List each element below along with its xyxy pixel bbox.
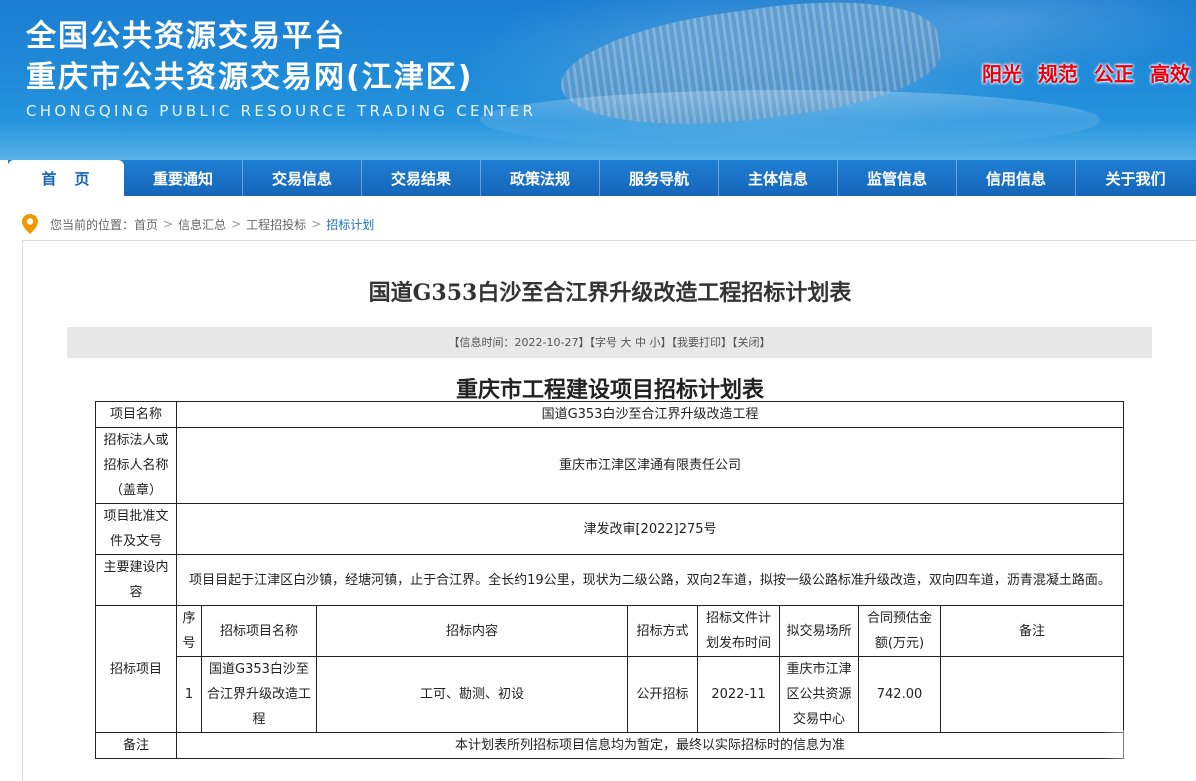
info-time: 【信息时间：2022-10-27】 [448, 336, 590, 349]
table-header-row: 招标项目 序号 招标项目名称 招标内容 招标方式 招标文件计划发布时间 拟交易场… [95, 605, 1125, 733]
content-value: 项目目起于江津区白沙镇，经塘河镇，止于合江界。全长约19公里，现状为二级公路，双… [175, 554, 1125, 606]
slogan: 公正 [1094, 62, 1134, 86]
content-panel: 国道G353白沙至合江界升级改造工程招标计划表 【信息时间：2022-10-27… [22, 240, 1196, 781]
row-method: 公开招标 [627, 656, 698, 733]
nav-item-service-guide[interactable]: 服务导航 [600, 160, 719, 196]
breadcrumb-bid-plan[interactable]: 招标计划 [326, 216, 374, 233]
table-row: 项目批准文件及文号 津发改审[2022]275号 [95, 503, 1125, 555]
article-info-bar: 【信息时间：2022-10-27】【字号 大 中 小】【我要打印】【关闭】 [67, 327, 1152, 358]
table-row: 备注 本计划表所列招标项目信息均为暂定，最终以实际招标时的信息为准 [95, 732, 1125, 759]
nav-item-entity-info[interactable]: 主体信息 [719, 160, 838, 196]
site-title-english: CHONGQING PUBLIC RESOURCE TRADING CENTER [26, 102, 537, 120]
slogan: 高效 [1150, 62, 1190, 86]
nav-item-about[interactable]: 关于我们 [1076, 160, 1195, 196]
table-row: 1 国道G353白沙至合江界升级改造工程 工可、勘测、初设 公开招标 2022-… [96, 656, 1125, 733]
article-title: 国道G353白沙至合江界升级改造工程招标计划表 [368, 280, 852, 306]
print-button[interactable]: 【我要打印】 [671, 336, 732, 349]
approval-label: 项目批准文件及文号 [95, 503, 177, 555]
nav-item-credit[interactable]: 信用信息 [957, 160, 1076, 196]
row-remark [939, 656, 1125, 733]
column-header: 拟交易场所 [779, 605, 859, 657]
banner-wave [0, 120, 1196, 160]
bid-items-label: 招标项目 [95, 605, 177, 733]
table-row: 主要建设内容 项目目起于江津区白沙镇，经塘河镇，止于合江界。全长约19公里，现状… [95, 554, 1125, 606]
breadcrumb-home[interactable]: 首页 [134, 216, 158, 233]
row-name: 国道G353白沙至合江界升级改造工程 [201, 656, 317, 733]
note-label: 备注 [95, 732, 177, 759]
row-amount: 742.00 [858, 656, 941, 733]
slogan: 阳光 [982, 62, 1022, 86]
slogans: 阳光 规范 公正 高效 [982, 58, 1190, 87]
column-header: 序号 [176, 605, 202, 657]
project-name-label: 项目名称 [95, 401, 177, 428]
breadcrumb-separator: > [163, 217, 174, 231]
close-button[interactable]: 【关闭】 [732, 336, 771, 349]
font-size-label: 【字号 [589, 336, 617, 349]
main-nav: 首页 重要通知 交易信息 交易结果 政策法规 服务导航 主体信息 监管信息 信用… [8, 160, 1196, 196]
breadcrumb-separator: > [231, 217, 242, 231]
site-title-line1: 全国公共资源交易平台 [26, 19, 346, 54]
column-header: 招标文件计划发布时间 [697, 605, 780, 657]
approval-value: 津发改审[2022]275号 [175, 503, 1125, 555]
edge-fade [1100, 730, 1196, 781]
breadcrumb-engineering-bidding[interactable]: 工程招投标 [246, 216, 306, 233]
breadcrumb-separator: > [311, 217, 322, 231]
row-no: 1 [176, 656, 202, 733]
column-header: 合同预估金额(万元) [858, 605, 941, 657]
note-value: 本计划表所列招标项目信息均为暂定，最终以实际招标时的信息为准 [175, 732, 1125, 759]
column-header: 备注 [939, 605, 1125, 657]
row-place: 重庆市江津区公共资源交易中心 [779, 656, 859, 733]
breadcrumb-prefix: 您当前的位置： [50, 217, 135, 232]
project-name-value: 国道G353白沙至合江界升级改造工程 [175, 401, 1125, 428]
breadcrumb: 您当前的位置： 首页 > 信息汇总 > 工程招投标 > 招标计划 [22, 212, 374, 236]
font-large-button[interactable]: 大 [620, 336, 631, 349]
table-row: 项目名称 国道G353白沙至合江界升级改造工程 [95, 401, 1125, 428]
tenderer-value: 重庆市江津区津通有限责任公司 [175, 427, 1125, 504]
site-title-line2: 重庆市公共资源交易网(江津区) [26, 60, 474, 95]
column-header: 招标项目名称 [201, 605, 317, 657]
bid-plan-table: 项目名称 国道G353白沙至合江界升级改造工程 招标法人或招标人名称（盖章） 重… [95, 401, 1125, 759]
nav-item-notices[interactable]: 重要通知 [124, 160, 243, 196]
content-label: 主要建设内容 [95, 554, 177, 606]
table-row: 招标法人或招标人名称（盖章） 重庆市江津区津通有限责任公司 [95, 427, 1125, 504]
font-medium-button[interactable]: 中 [635, 336, 646, 349]
nav-item-supervision[interactable]: 监管信息 [838, 160, 957, 196]
nav-item-policies[interactable]: 政策法规 [481, 160, 600, 196]
slogan: 规范 [1038, 62, 1078, 86]
nav-item-trade-results[interactable]: 交易结果 [362, 160, 481, 196]
site-logo[interactable]: 全国公共资源交易平台 重庆市公共资源交易网(江津区) CHONGQING PUB… [26, 18, 536, 120]
breadcrumb-info-summary[interactable]: 信息汇总 [178, 216, 226, 233]
tenderer-label: 招标法人或招标人名称（盖章） [95, 427, 177, 504]
row-time: 2022-11 [697, 656, 780, 733]
nav-item-trade-info[interactable]: 交易信息 [243, 160, 362, 196]
header-banner: 全国公共资源交易平台 重庆市公共资源交易网(江津区) CHONGQING PUB… [0, 0, 1196, 160]
column-header: 招标内容 [316, 605, 628, 657]
row-content: 工可、勘测、初设 [316, 656, 628, 733]
location-pin-icon [22, 214, 38, 234]
font-small-button[interactable]: 小】 [649, 336, 671, 349]
nav-item-home[interactable]: 首页 [8, 160, 124, 196]
table-title: 重庆市工程建设项目招标计划表 [455, 377, 764, 403]
column-header: 招标方式 [627, 605, 698, 657]
